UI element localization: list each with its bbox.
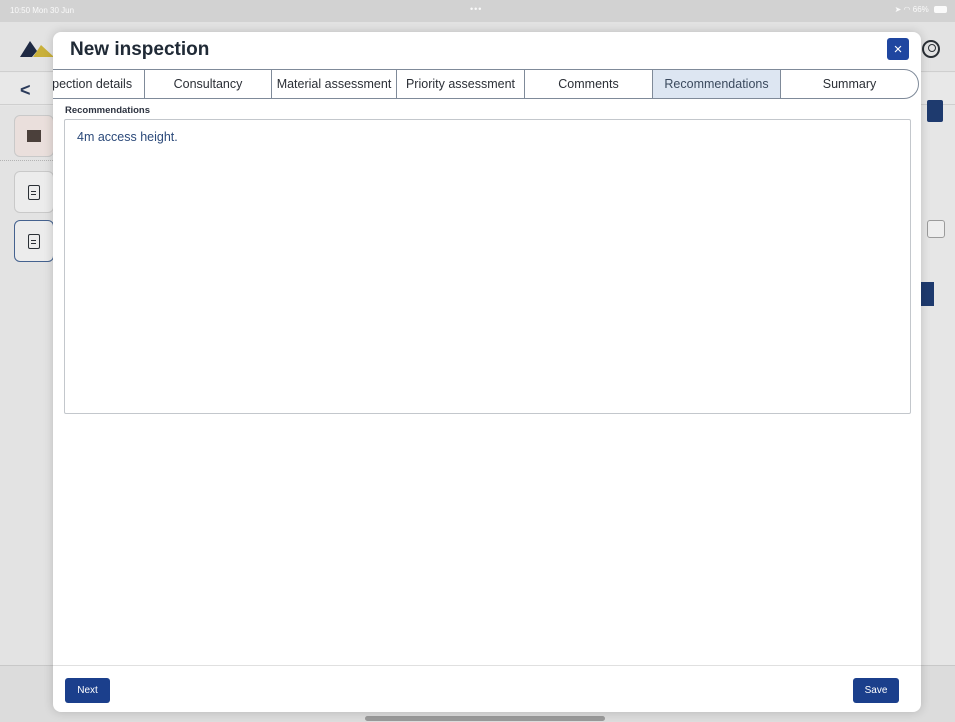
battery-icon [934, 6, 947, 13]
recommendations-label: Recommendations [65, 105, 150, 116]
wifi-icon: ◠ [903, 5, 911, 14]
tab-material-assessment[interactable]: Material assessment [272, 70, 397, 98]
tab-comments[interactable]: Comments [525, 70, 653, 98]
tab-consultancy[interactable]: Consultancy [145, 70, 272, 98]
next-button[interactable]: Next [65, 678, 110, 703]
tab-priority-assessment[interactable]: Priority assessment [397, 70, 525, 98]
user-icon[interactable] [922, 40, 940, 58]
home-indicator[interactable] [365, 716, 605, 721]
recommendations-textarea[interactable]: 4m access height. [64, 119, 911, 414]
modal-footer: Next Save [53, 665, 921, 712]
new-inspection-modal: New inspection × spection details Consul… [53, 32, 921, 712]
modal-title: New inspection [70, 39, 210, 60]
multitask-dots[interactable]: ••• [470, 4, 482, 14]
battery-percent: 66% [912, 5, 929, 14]
sidebar [0, 106, 54, 722]
background-action-button[interactable] [921, 282, 934, 306]
sidebar-divider [0, 160, 53, 161]
building-icon [27, 130, 41, 142]
status-time: 10:50 Mon 30 Jun [10, 6, 75, 15]
app-logo-icon [20, 41, 54, 57]
tab-summary[interactable]: Summary [781, 70, 918, 98]
save-button[interactable]: Save [853, 678, 899, 703]
background-content [921, 106, 955, 722]
document-icon [28, 184, 40, 200]
tab-recommendations[interactable]: Recommendations [653, 70, 781, 98]
close-button[interactable]: × [887, 38, 909, 60]
edit-icon[interactable] [927, 100, 943, 122]
trash-icon[interactable] [927, 220, 945, 238]
location-icon: ➤ [894, 5, 902, 14]
tab-inspection-details[interactable]: spection details [53, 70, 145, 98]
status-right: ➤ ◠ 66% [895, 5, 947, 14]
sidebar-item-building[interactable] [14, 115, 54, 157]
status-bar: 10:50 Mon 30 Jun ••• ➤ ◠ 66% [0, 0, 955, 22]
back-icon[interactable]: < [20, 80, 31, 101]
sidebar-item-document-selected[interactable] [14, 220, 54, 262]
inspection-tabs: spection details Consultancy Material as… [53, 69, 919, 99]
close-icon: × [893, 40, 903, 58]
sidebar-item-document[interactable] [14, 171, 54, 213]
document-icon [28, 233, 40, 249]
